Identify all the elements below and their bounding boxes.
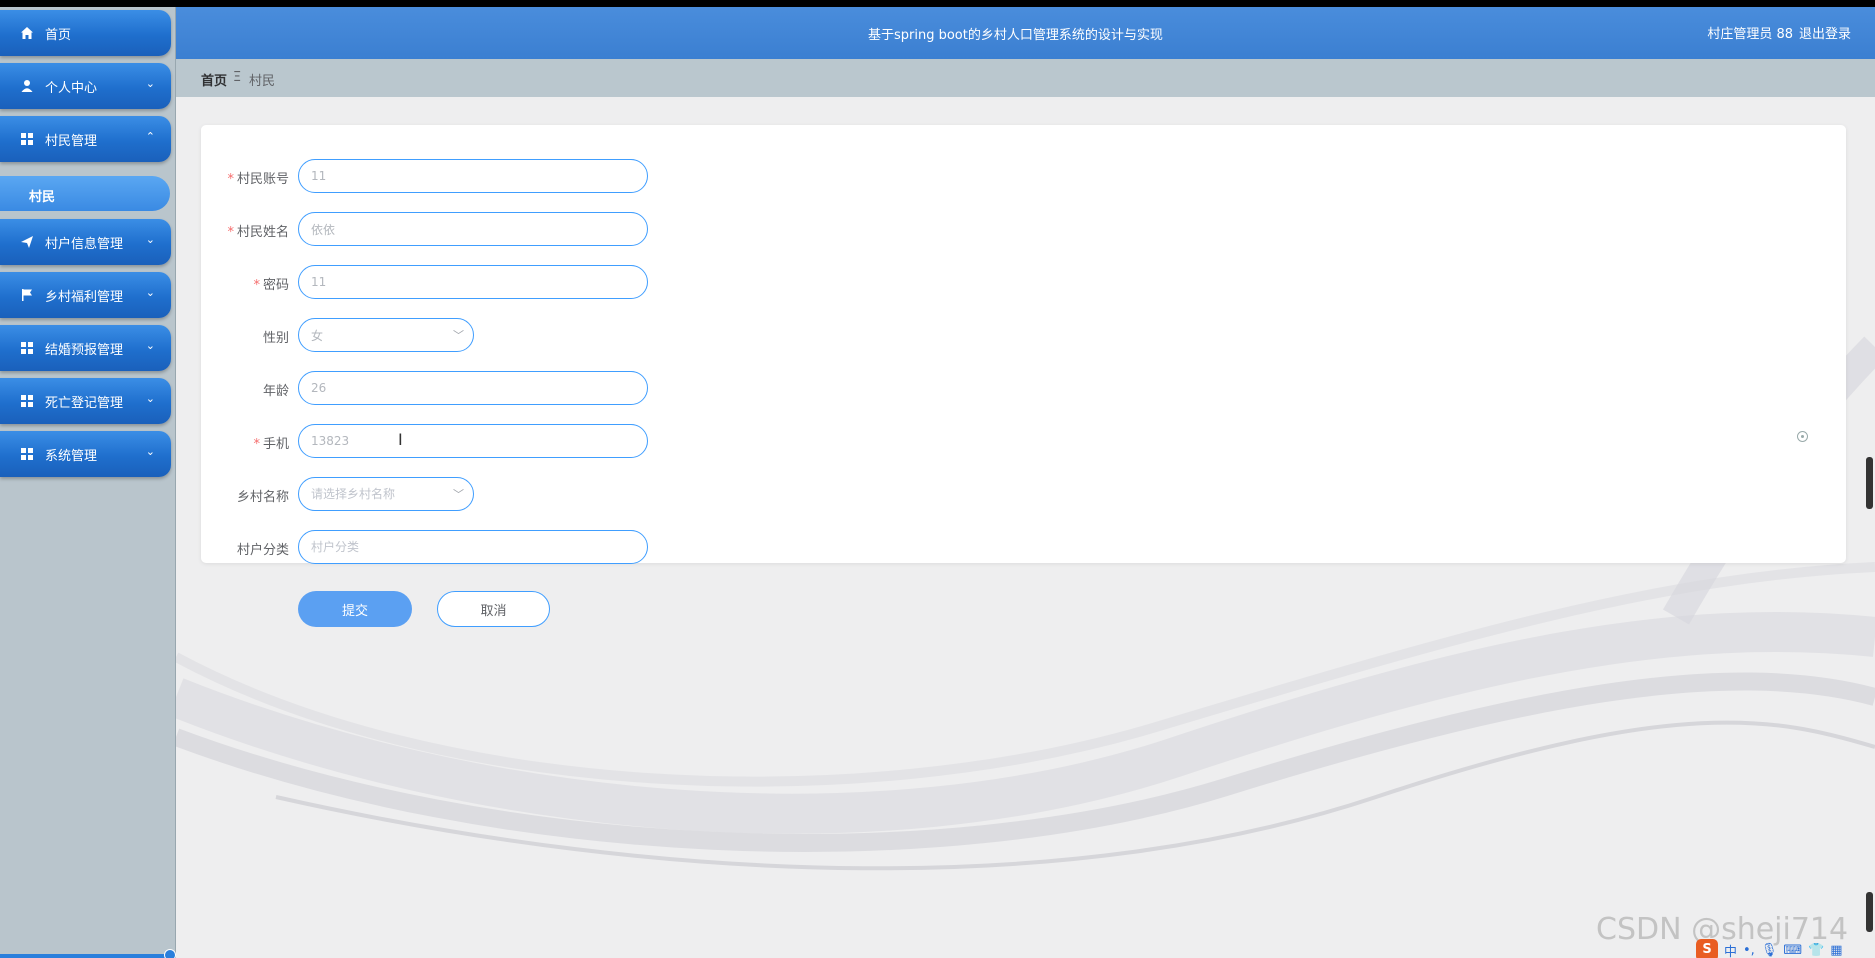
chevron-down-icon: ⌄	[145, 77, 155, 90]
form-row-gender: 性别 ﹀	[201, 318, 901, 354]
form-actions: 提交 取消	[201, 591, 901, 629]
logout-link[interactable]: 退出登录	[1799, 23, 1851, 42]
ime-mode-label[interactable]: 中	[1724, 941, 1737, 958]
flag-icon	[22, 289, 32, 301]
app-title: 基于spring boot的乡村人口管理系统的设计与实现	[868, 28, 1163, 43]
app-frame: 首页 个人中心 ⌄ 村民管理 ⌃ 村民 村户信息管理 ⌄ 乡村福利管理 ⌄ 结婚…	[0, 7, 1875, 958]
field-label: * 村民账号	[227, 172, 289, 187]
cancel-button[interactable]: 取消	[437, 591, 550, 627]
chevron-down-icon: ⌄	[145, 286, 155, 299]
grid-icon	[21, 395, 33, 407]
sidebar-item-label: 个人中心	[45, 81, 98, 96]
required-mark: *	[253, 437, 260, 452]
sidebar-item-personal-center[interactable]: 个人中心 ⌄	[0, 63, 171, 109]
form-row-account: * 村民账号	[201, 159, 901, 195]
ime-logo-icon[interactable]: S	[1696, 939, 1718, 958]
chevron-down-icon: ⌄	[145, 339, 155, 352]
punctuation-icon[interactable]: •,	[1743, 943, 1755, 958]
top-header: 基于spring boot的乡村人口管理系统的设计与实现 村庄管理员 88 退出…	[176, 7, 1875, 59]
field-label: 性别	[262, 331, 289, 346]
chevron-down-icon: ﹀	[453, 329, 464, 342]
microphone-icon[interactable]: 🎙	[1761, 943, 1778, 958]
user-icon	[21, 80, 33, 92]
sidebar-item-label: 乡村福利管理	[45, 290, 124, 305]
grid-icon	[21, 448, 33, 460]
form-row-phone: * 手机	[201, 424, 901, 460]
name-input[interactable]	[298, 212, 648, 246]
text-cursor-icon: I	[398, 430, 403, 449]
chevron-down-icon: ⌄	[145, 392, 155, 405]
sidebar-subitem-villager[interactable]: 村民	[0, 176, 170, 211]
clear-icon[interactable]	[1797, 431, 1808, 442]
breadcrumb: 首页 Ξ 村民	[176, 59, 1875, 97]
age-input[interactable]	[298, 371, 648, 405]
sidebar-item-label: 系统管理	[45, 449, 98, 464]
grid-icon	[21, 133, 33, 145]
sidebar: 首页 个人中心 ⌄ 村民管理 ⌃ 村民 村户信息管理 ⌄ 乡村福利管理 ⌄ 结婚…	[0, 7, 176, 958]
form-row-password: * 密码	[201, 265, 901, 301]
account-input[interactable]	[298, 159, 648, 193]
apps-icon[interactable]: ▦	[1830, 943, 1842, 958]
keyboard-icon[interactable]: ⌨	[1783, 943, 1802, 958]
form-row-village: 乡村名称 ﹀	[201, 477, 901, 513]
village-select[interactable]: ﹀	[298, 477, 474, 511]
field-label: * 密码	[253, 278, 289, 293]
category-input[interactable]	[298, 530, 648, 564]
home-icon	[21, 27, 33, 39]
current-user: 村庄管理员 88	[1707, 27, 1793, 42]
phone-input[interactable]	[298, 424, 648, 458]
submit-button[interactable]: 提交	[298, 591, 412, 627]
sidebar-item-label: 死亡登记管理	[45, 396, 124, 411]
chevron-down-icon: ﹀	[453, 488, 464, 501]
form-row-age: 年龄	[201, 371, 901, 407]
scrollbar-thumb[interactable]	[1866, 457, 1873, 509]
ime-tray: S 中 •, 🎙 ⌨ 👕 ▦	[1696, 939, 1875, 958]
chevron-down-icon: ⌄	[145, 445, 155, 458]
form-row-category: 村户分类	[201, 530, 901, 566]
password-input[interactable]	[298, 265, 648, 299]
sidebar-subitem-label: 村民	[29, 190, 56, 205]
sidebar-item-welfare[interactable]: 乡村福利管理 ⌄	[0, 272, 171, 318]
required-mark: *	[227, 172, 234, 187]
chevron-down-icon: ⌄	[145, 233, 155, 246]
sidebar-bottom-bar	[0, 954, 175, 958]
village-select-input[interactable]	[298, 477, 474, 511]
field-label: 年龄	[262, 384, 289, 399]
field-label: 乡村名称	[236, 490, 289, 505]
sidebar-item-marriage[interactable]: 结婚预报管理 ⌄	[0, 325, 171, 371]
breadcrumb-separator: Ξ	[233, 70, 242, 85]
sidebar-item-label: 结婚预报管理	[45, 343, 124, 358]
send-icon	[21, 236, 33, 248]
scroll-handle[interactable]	[164, 949, 176, 958]
sidebar-item-death-registry[interactable]: 死亡登记管理 ⌄	[0, 378, 171, 424]
form-card: *村民账号 *村民姓名 *密码 性别 ﹀ 年龄 *手机 乡村名称	[201, 125, 1846, 627]
grid-icon	[21, 342, 33, 354]
required-mark: *	[227, 225, 234, 240]
field-label: * 村民姓名	[227, 225, 289, 240]
scrollbar-thumb-secondary[interactable]	[1866, 892, 1873, 932]
breadcrumb-current: 村民	[249, 74, 276, 89]
sidebar-item-label: 村户信息管理	[45, 237, 124, 252]
gender-select-value[interactable]	[298, 318, 474, 352]
sidebar-item-home[interactable]: 首页	[0, 10, 171, 56]
breadcrumb-home[interactable]: 首页	[201, 70, 227, 89]
field-label: * 手机	[253, 437, 289, 452]
skin-icon[interactable]: 👕	[1808, 943, 1824, 958]
sidebar-item-villager-management[interactable]: 村民管理 ⌃	[0, 116, 171, 162]
gender-select[interactable]: ﹀	[298, 318, 474, 352]
field-label: 村户分类	[236, 543, 289, 558]
sidebar-item-household-info[interactable]: 村户信息管理 ⌄	[0, 219, 171, 265]
form-row-name: * 村民姓名	[201, 212, 901, 248]
sidebar-item-label: 首页	[45, 28, 72, 43]
chevron-up-icon: ⌃	[145, 130, 155, 143]
sidebar-item-system[interactable]: 系统管理 ⌄	[0, 431, 171, 477]
sidebar-item-label: 村民管理	[45, 134, 98, 149]
required-mark: *	[253, 278, 260, 293]
